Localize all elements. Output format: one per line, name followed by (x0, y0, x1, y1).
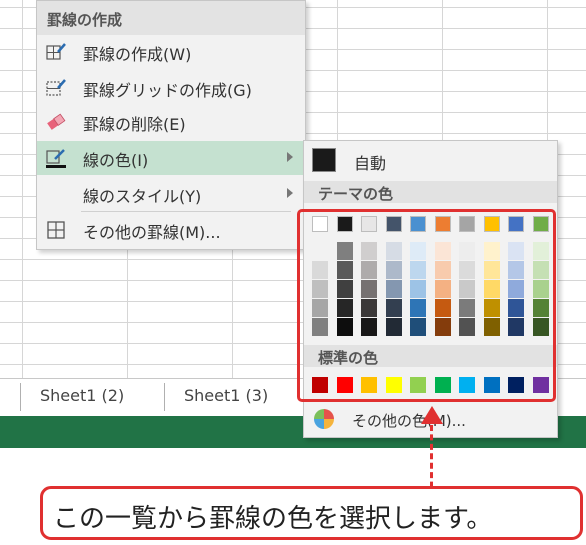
sheet-tab-1[interactable]: Sheet1 (2) (40, 386, 124, 405)
menu-item-erase-border[interactable]: 罫線の削除(E) (37, 105, 305, 139)
menu-header-label: 罫線の作成 (47, 11, 123, 29)
palette-highlight-box (297, 209, 556, 402)
automatic-color-swatch (312, 148, 336, 172)
callout-text: この一覧から罫線の色を選択します。 (53, 504, 493, 534)
tab-separator (20, 383, 21, 411)
borders-menu: 罫線の作成 罫線の作成(W) 罫線グリッドの作成(G) 罫線の削除(E) 線の色… (36, 0, 306, 250)
draw-border-grid-icon (46, 79, 66, 96)
menu-item-label: 線の色(I) (83, 151, 149, 170)
menu-item-draw-border[interactable]: 罫線の作成(W) (37, 35, 305, 69)
automatic-color-option[interactable]: 自動 (304, 141, 557, 179)
menu-item-label: 罫線の作成(W) (83, 45, 192, 64)
eraser-icon (47, 113, 66, 130)
sheet-tab-2[interactable]: Sheet1 (3) (184, 386, 268, 405)
more-colors-label: その他の色(M)... (352, 412, 466, 430)
menu-item-line-color[interactable]: 線の色(I) (37, 141, 305, 175)
menu-header: 罫線の作成 (37, 1, 305, 35)
menu-item-more-borders[interactable]: その他の罫線(M)... (37, 213, 305, 247)
automatic-color-label: 自動 (354, 154, 387, 173)
callout-arrow-head-icon (421, 406, 443, 424)
menu-item-label: 線のスタイル(Y) (83, 187, 202, 206)
borders-grid-icon (47, 221, 65, 239)
menu-item-label: 罫線の削除(E) (83, 115, 186, 134)
color-wheel-icon (314, 409, 334, 429)
line-color-icon (46, 149, 66, 168)
submenu-arrow-icon (287, 152, 293, 162)
theme-colors-header: テーマの色 (304, 181, 557, 203)
menu-separator (81, 211, 291, 212)
submenu-arrow-icon (287, 188, 293, 198)
draw-border-icon (46, 43, 66, 60)
menu-item-label: 罫線グリッドの作成(G) (83, 81, 252, 100)
menu-item-draw-border-grid[interactable]: 罫線グリッドの作成(G) (37, 71, 305, 105)
callout-box: この一覧から罫線の色を選択します。 (40, 486, 583, 540)
menu-item-label: その他の罫線(M)... (83, 223, 221, 242)
theme-colors-label: テーマの色 (318, 185, 394, 203)
menu-item-line-style[interactable]: 線のスタイル(Y) (37, 177, 305, 211)
tab-separator (164, 383, 165, 411)
